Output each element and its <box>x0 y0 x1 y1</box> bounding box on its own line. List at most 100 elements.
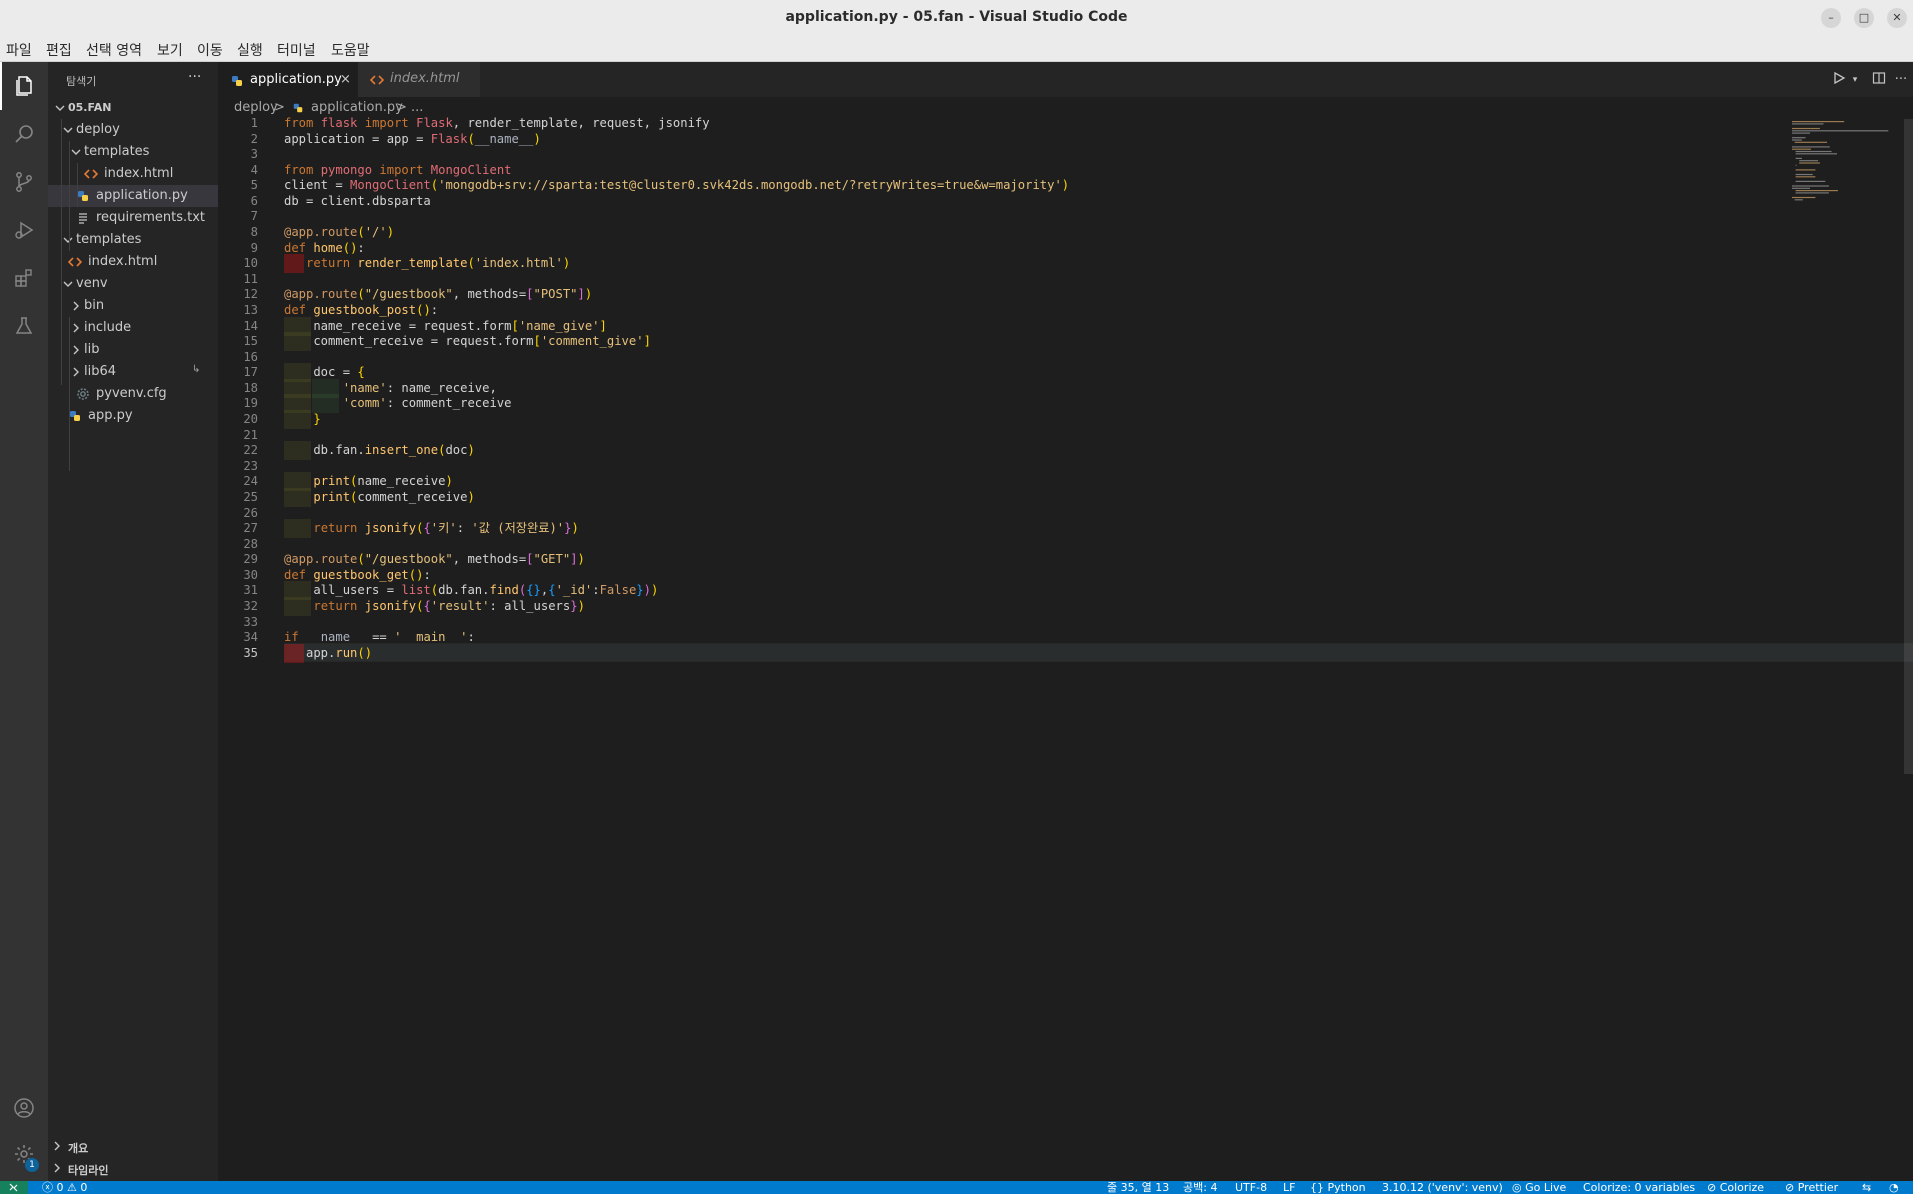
split-editor-icon[interactable] <box>1870 71 1888 89</box>
tree-folder-include[interactable]: include <box>48 317 218 339</box>
menu-go[interactable]: 이동 <box>197 40 223 60</box>
minimap-line <box>1792 185 1829 187</box>
chevron-down-icon <box>70 145 82 159</box>
close-window-button[interactable]: ✕ <box>1887 8 1907 28</box>
minimap-line <box>1794 199 1803 201</box>
tree-file-index-html[interactable]: index.html <box>48 251 218 273</box>
window-title: application.py - 05.fan - Visual Studio … <box>785 9 1128 25</box>
activity-bar: 1 <box>0 62 48 1181</box>
chevron-down-icon <box>54 101 66 115</box>
error-count: 0 <box>56 1181 64 1194</box>
minimap[interactable] <box>1788 119 1898 209</box>
code-line[interactable]: db.fan.insert_one(doc) <box>284 441 474 460</box>
menu-file[interactable]: 파일 <box>6 40 32 60</box>
tree-root-folder[interactable]: 05.FAN <box>48 97 218 119</box>
tree-file-index-html[interactable]: index.html <box>48 163 218 185</box>
tree-folder-templates[interactable]: templates <box>48 229 218 251</box>
code-line[interactable]: return jsonify({'result': all_users}) <box>284 597 585 616</box>
code-line[interactable]: application = app = Flask(__name__) <box>284 130 541 149</box>
code-line[interactable]: return jsonify({'키': '값 (저장완료)'}) <box>284 519 578 538</box>
code-line[interactable]: db = client.dbsparta <box>284 192 431 211</box>
settings-badge: 1 <box>25 1158 39 1172</box>
minimap-line <box>1795 164 1797 166</box>
breadcrumb-file[interactable]: application.py <box>311 100 403 115</box>
tab-close-button[interactable]: × <box>340 72 351 87</box>
chevron-down-icon[interactable]: ▾ <box>1846 71 1864 89</box>
menu-selection[interactable]: 선택 영역 <box>86 40 142 60</box>
menu-view[interactable]: 보기 <box>157 40 183 60</box>
end-of-line[interactable]: LF <box>1283 1180 1295 1194</box>
files-icon[interactable] <box>0 62 48 110</box>
menu-help[interactable]: 도움말 <box>331 40 370 60</box>
notifications-icon[interactable]: ◔ <box>1889 1180 1899 1194</box>
tree-file-pyvenv-cfg[interactable]: pyvenv.cfg <box>48 383 218 405</box>
menu-terminal[interactable]: 터미널 <box>277 40 316 60</box>
title-bar: application.py - 05.fan - Visual Studio … <box>0 0 1913 36</box>
tab-label: application.py <box>250 72 342 87</box>
account-icon[interactable] <box>0 1084 48 1132</box>
code-line[interactable]: print(comment_receive) <box>284 488 474 507</box>
extensions-icon[interactable] <box>0 254 48 302</box>
circle-slash-icon: ⊘ <box>1785 1181 1795 1194</box>
explorer-title: 탐색기 <box>66 75 97 88</box>
more-actions-icon[interactable]: ··· <box>1892 71 1910 89</box>
config-file-icon <box>76 387 90 401</box>
feedback-icon[interactable]: ⇆ <box>1862 1180 1871 1194</box>
tree-item-label: venv <box>76 276 108 291</box>
tab-application-py[interactable]: application.py × <box>218 62 358 97</box>
problems-indicator[interactable]: ⓧ 0 ⚠ 0 <box>42 1180 87 1194</box>
tree-file-requirements-txt[interactable]: requirements.txt <box>48 207 218 229</box>
explorer-more-button[interactable]: ··· <box>188 69 201 85</box>
symlink-icon: ↳ <box>192 364 201 375</box>
tree-item-label: 05.FAN <box>68 101 112 114</box>
menu-bar: 파일 편집 선택 영역 보기 이동 실행 터미널 도움말 <box>0 36 1913 62</box>
settings-gear-icon[interactable]: 1 <box>0 1130 48 1178</box>
breadcrumb-folder[interactable]: deploy <box>234 100 278 115</box>
tree-folder-bin[interactable]: bin <box>48 295 218 317</box>
line-number: 35 <box>243 645 258 660</box>
explorer-header: 탐색기 ··· <box>48 62 218 97</box>
code-editor[interactable]: 1 from flask import Flask, render_templat… <box>218 116 1913 1181</box>
menu-edit[interactable]: 편집 <box>46 40 72 60</box>
tree-indent-guide <box>77 163 78 207</box>
tree-folder-deploy[interactable]: deploy <box>48 119 218 141</box>
tree-folder-venv[interactable]: venv <box>48 273 218 295</box>
cursor-position[interactable]: 줄 35, 열 13 <box>1107 1180 1169 1194</box>
language-mode[interactable]: {} Python <box>1310 1180 1366 1194</box>
chevron-right-icon <box>70 343 82 357</box>
breadcrumb-more[interactable]: ... <box>411 100 423 115</box>
source-control-icon[interactable] <box>0 158 48 206</box>
colorize-button[interactable]: ⊘ Colorize <box>1707 1180 1764 1194</box>
encoding[interactable]: UTF-8 <box>1235 1180 1267 1194</box>
tree-file-app-py[interactable]: app.py <box>48 405 218 427</box>
tree-folder-lib[interactable]: lib <box>48 339 218 361</box>
code-line[interactable]: } <box>284 410 320 429</box>
run-debug-icon[interactable] <box>0 206 48 254</box>
menu-run[interactable]: 실행 <box>237 40 263 60</box>
timeline-section[interactable]: 타임라인 <box>48 1158 218 1180</box>
code-line[interactable]: return render_template('index.html') <box>284 254 570 273</box>
outline-section[interactable]: 개요 <box>48 1136 218 1158</box>
go-live-button[interactable]: ◎ Go Live <box>1512 1180 1566 1194</box>
python-interpreter[interactable]: 3.10.12 ('venv': venv) <box>1382 1180 1503 1194</box>
search-icon[interactable] <box>0 110 48 158</box>
editor-tab-bar: application.py × index.html ▾ ··· <box>218 62 1913 97</box>
minimize-button[interactable]: – <box>1821 8 1841 28</box>
remote-indicator[interactable] <box>0 1181 28 1194</box>
minimap-line <box>1795 169 1816 171</box>
testing-icon[interactable] <box>0 302 48 350</box>
indentation[interactable]: 공백: 4 <box>1183 1180 1217 1194</box>
broadcast-icon: ◎ <box>1512 1181 1522 1194</box>
editor-scrollbar[interactable] <box>1904 119 1913 774</box>
code-line[interactable]: app.run() <box>284 644 372 663</box>
tab-index-html[interactable]: index.html <box>358 62 480 97</box>
colorize-variables[interactable]: Colorize: 0 variables <box>1583 1180 1695 1194</box>
chevron-right-icon <box>70 321 82 335</box>
tree-folder-templates[interactable]: templates <box>48 141 218 163</box>
tree-file-application-py[interactable]: application.py <box>48 185 218 207</box>
minimap-line <box>1792 187 1810 189</box>
prettier-button[interactable]: ⊘ Prettier <box>1785 1180 1838 1194</box>
maximize-button[interactable]: □ <box>1854 8 1874 28</box>
code-line[interactable]: comment_receive = request.form['comment_… <box>284 332 651 351</box>
tree-folder-lib64[interactable]: lib64 ↳ <box>48 361 218 383</box>
